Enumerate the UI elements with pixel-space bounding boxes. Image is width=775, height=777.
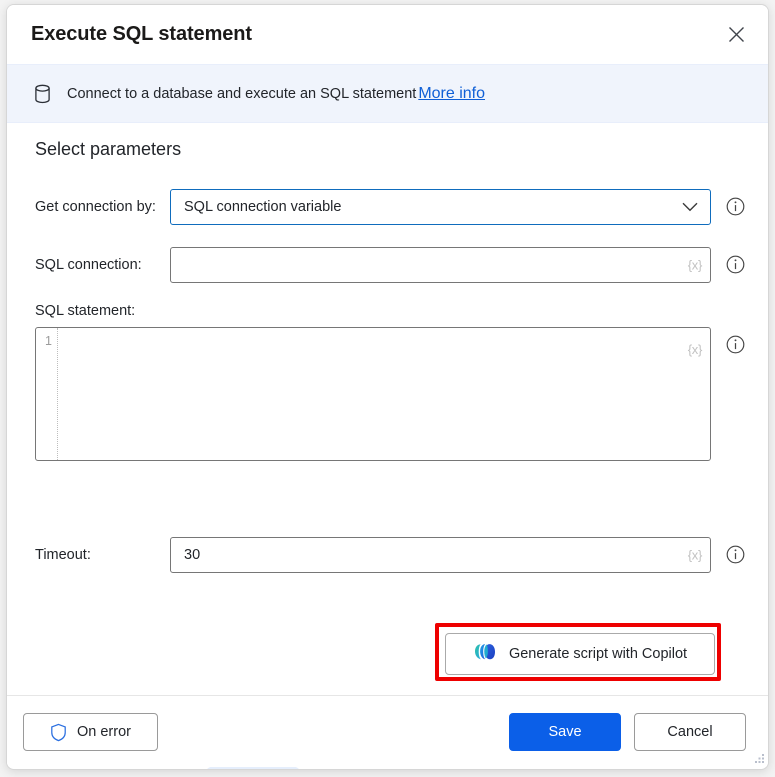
- label-timeout: Timeout:: [35, 537, 170, 573]
- copilot-icon: [473, 640, 497, 669]
- editor-gutter: 1: [36, 328, 58, 460]
- label-get-connection-by: Get connection by:: [35, 189, 170, 225]
- cancel-label: Cancel: [667, 724, 712, 740]
- save-button[interactable]: Save: [509, 713, 621, 751]
- info-icon-timeout[interactable]: [726, 545, 746, 565]
- close-icon: [728, 26, 745, 43]
- info-icon-sql-connection[interactable]: [726, 255, 746, 275]
- label-sql-connection: SQL connection:: [35, 247, 170, 283]
- control-sql-connection: {x}: [170, 247, 711, 283]
- control-sql-statement: 1 {x}: [35, 327, 711, 461]
- label-sql-statement: SQL statement:: [35, 301, 746, 321]
- timeout-value: 30: [171, 547, 200, 563]
- editor-line-number: 1: [45, 334, 52, 348]
- variable-picker-icon-timeout[interactable]: {x}: [688, 548, 702, 563]
- get-connection-by-dropdown[interactable]: SQL connection variable: [170, 189, 711, 225]
- info-icon-sql-statement[interactable]: [726, 335, 746, 355]
- database-icon: [31, 83, 53, 105]
- field-row-sql-statement: SQL statement:: [35, 301, 746, 321]
- generate-script-with-copilot-button[interactable]: Generate script with Copilot: [445, 633, 715, 675]
- cancel-button[interactable]: Cancel: [634, 713, 746, 751]
- on-error-label: On error: [77, 724, 131, 740]
- field-row-sql-connection: SQL connection: {x}: [35, 247, 746, 283]
- info-icon-get-connection-by[interactable]: [726, 197, 746, 217]
- info-banner: Connect to a database and execute an SQL…: [7, 64, 768, 123]
- control-get-connection-by: SQL connection variable: [170, 189, 711, 225]
- field-row-sql-statement-editor: 1 {x}: [35, 327, 746, 461]
- variable-picker-icon-sql-statement[interactable]: {x}: [688, 342, 702, 357]
- control-timeout: 30 {x}: [170, 537, 711, 573]
- sql-statement-editor[interactable]: 1 {x}: [35, 327, 711, 461]
- shield-icon: [50, 723, 67, 742]
- variable-picker-icon-sql-connection[interactable]: {x}: [688, 258, 702, 273]
- on-error-button[interactable]: On error: [23, 713, 158, 751]
- execute-sql-statement-dialog: Execute SQL statement Connect to a datab…: [6, 4, 769, 770]
- copilot-button-highlight: Generate script with Copilot: [435, 623, 721, 681]
- more-info-link[interactable]: More info: [418, 85, 485, 103]
- close-button[interactable]: [716, 15, 756, 53]
- field-row-timeout: Timeout: 30 {x}: [35, 537, 746, 573]
- resize-grip[interactable]: [751, 750, 765, 764]
- save-label: Save: [548, 724, 581, 740]
- banner-text: Connect to a database and execute an SQL…: [67, 86, 416, 102]
- chevron-down-icon[interactable]: [682, 202, 698, 212]
- sql-connection-input[interactable]: {x}: [170, 247, 711, 283]
- section-title: Select parameters: [35, 139, 181, 160]
- dialog-footer: On error Save Cancel: [7, 695, 768, 767]
- dialog-body: Select parameters Get connection by: SQL…: [7, 123, 768, 695]
- get-connection-by-value: SQL connection variable: [171, 199, 341, 215]
- timeout-input[interactable]: 30 {x}: [170, 537, 711, 573]
- page-title: Execute SQL statement: [31, 23, 252, 46]
- dialog-titlebar: Execute SQL statement: [7, 5, 768, 64]
- field-row-get-connection-by: Get connection by: SQL connection variab…: [35, 189, 746, 225]
- copilot-button-label: Generate script with Copilot: [509, 646, 687, 662]
